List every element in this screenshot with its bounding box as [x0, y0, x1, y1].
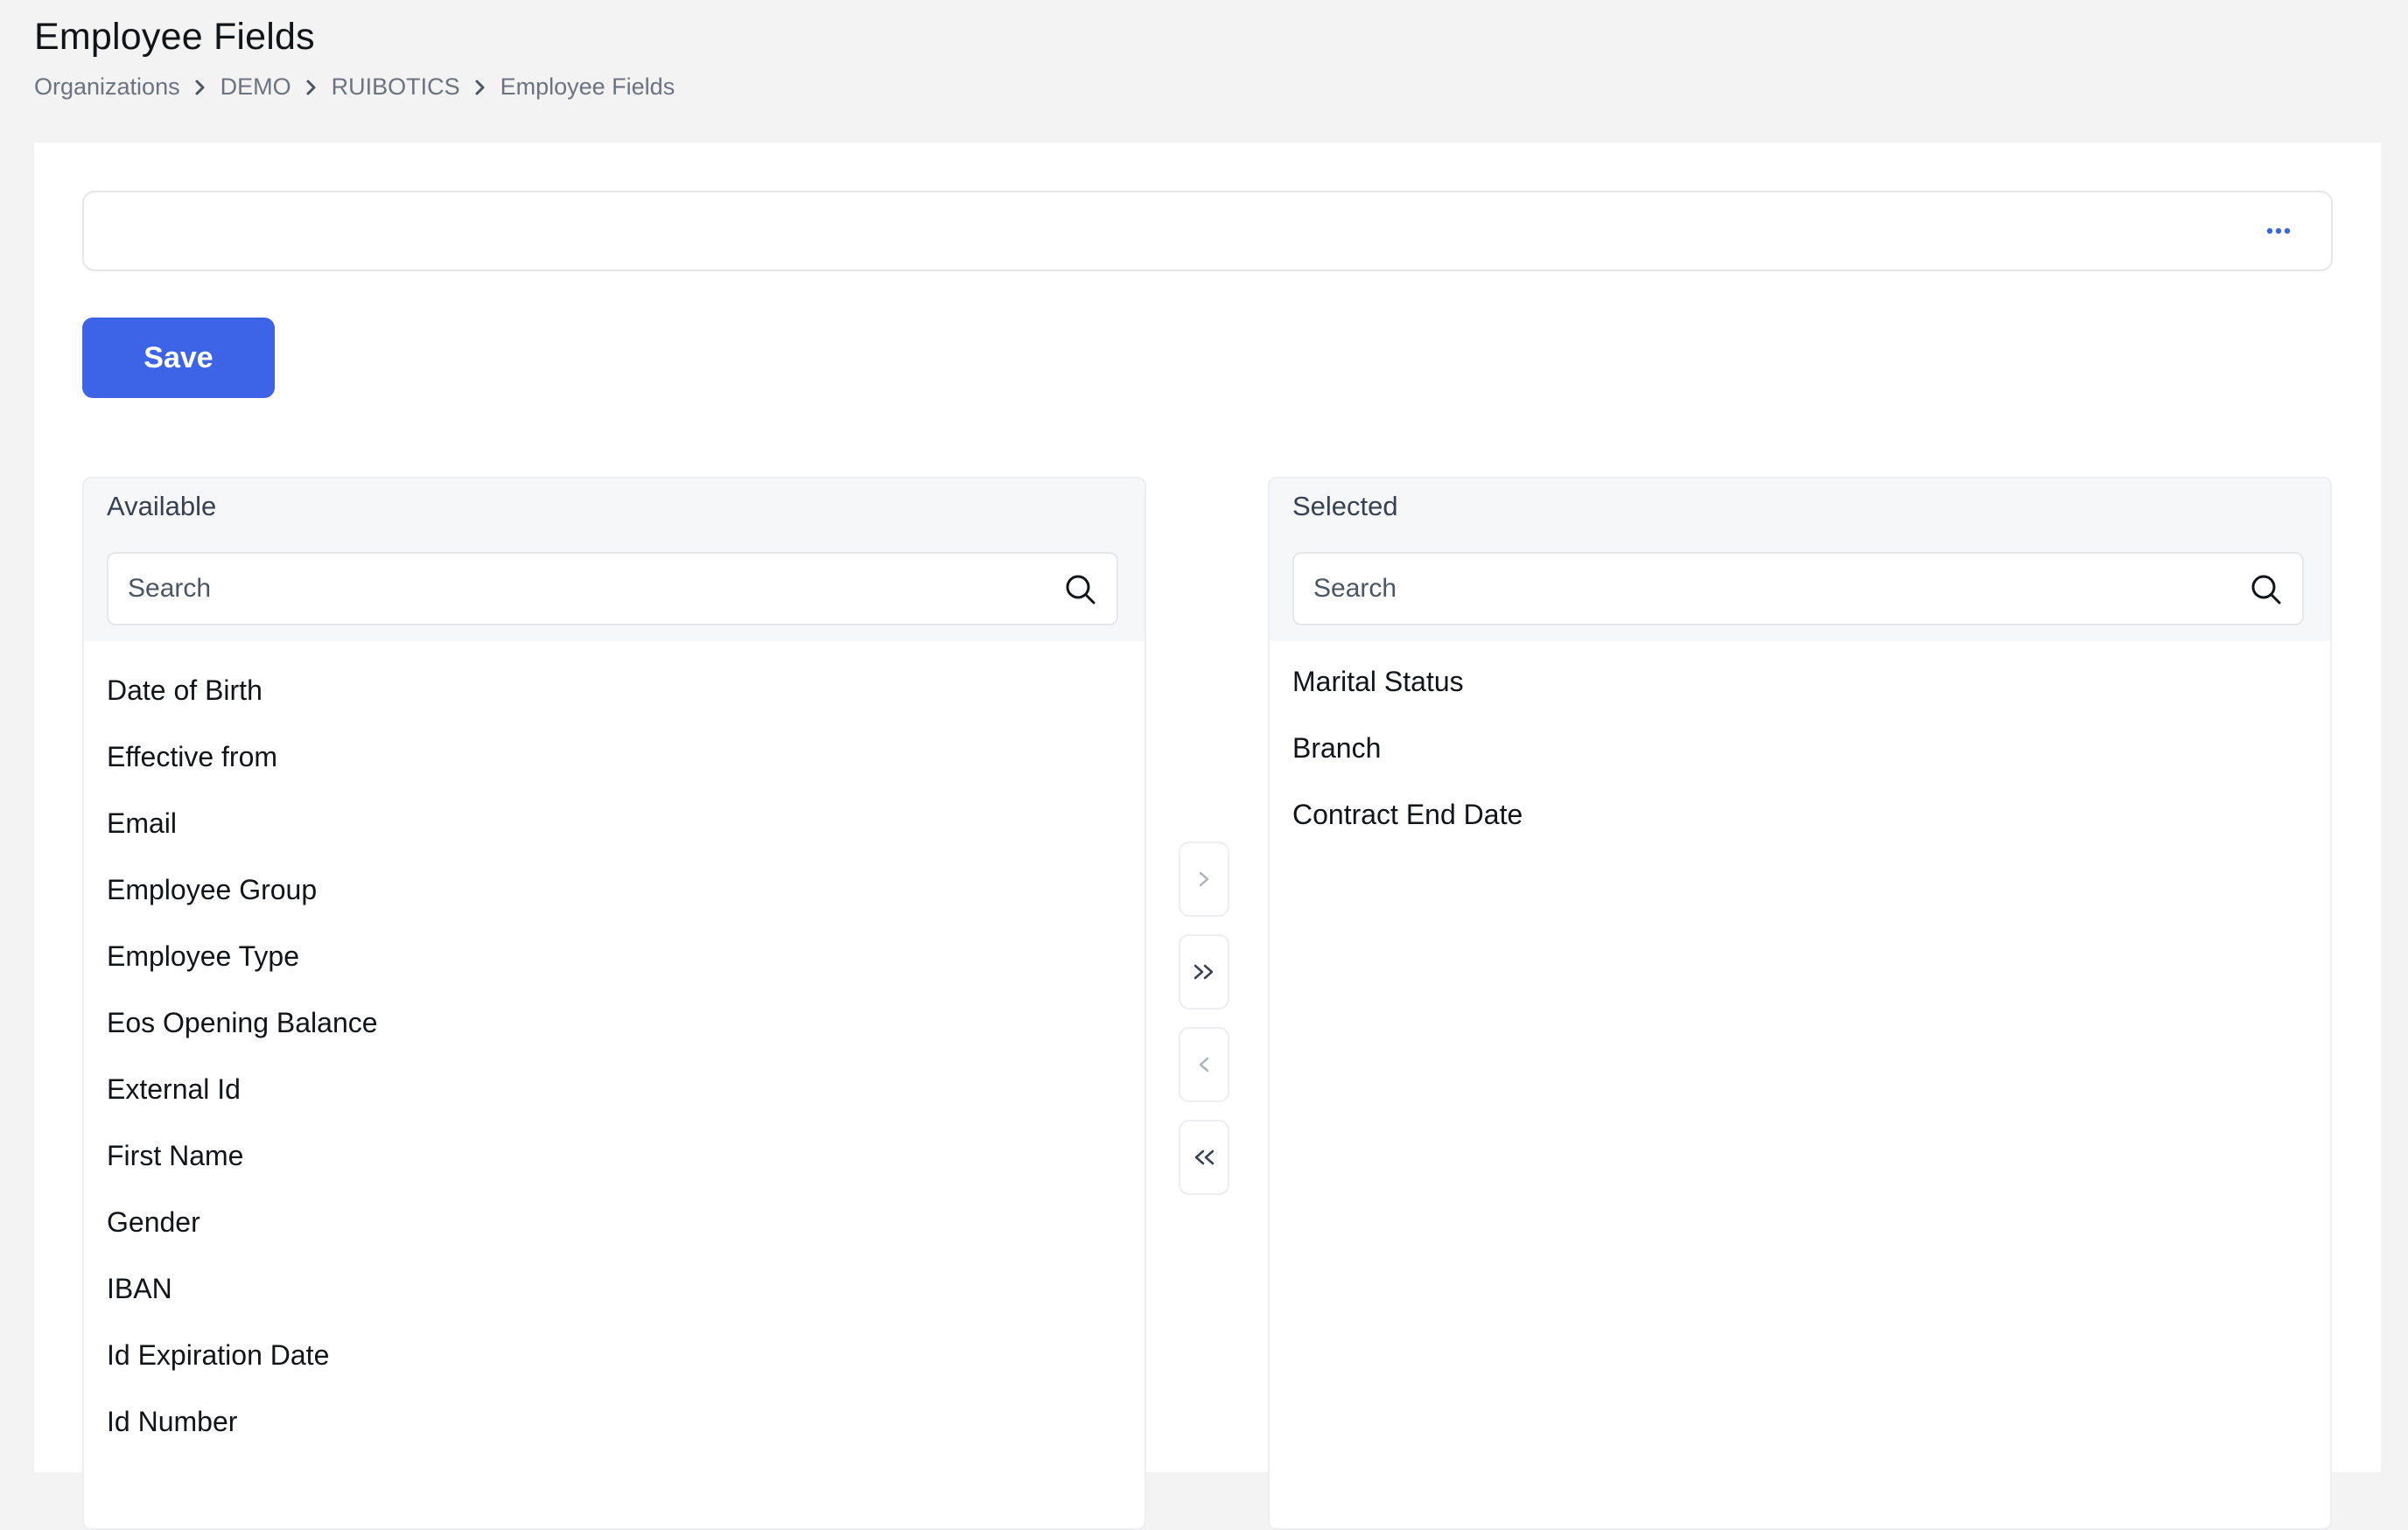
list-item[interactable]: IBAN — [84, 1255, 1144, 1322]
chevron-right-icon — [291, 75, 332, 100]
breadcrumb-demo[interactable]: DEMO — [220, 73, 291, 101]
list-item[interactable]: Id Expiration Date — [84, 1322, 1144, 1388]
breadcrumb-organizations[interactable]: Organizations — [34, 73, 180, 101]
list-item[interactable]: Email — [84, 790, 1144, 856]
chevron-right-icon — [1199, 871, 1209, 887]
list-item[interactable]: Contract End Date — [1270, 781, 2330, 848]
main-card: Save Available Date of Birth Effective f… — [34, 143, 2381, 1530]
page-title: Employee Fields — [34, 16, 315, 58]
chevron-right-icon — [460, 75, 500, 100]
search-icon[interactable] — [2250, 573, 2283, 606]
transfer-controls — [1179, 842, 1233, 1212]
list-item[interactable]: Effective from — [84, 723, 1144, 790]
selected-panel: Selected Marital Status Branch Contract … — [1268, 477, 2332, 1530]
more-options-button[interactable] — [2261, 213, 2296, 248]
breadcrumb: Organizations DEMO RUIBOTICS Employee Fi… — [34, 73, 675, 101]
move-right-button[interactable] — [1179, 842, 1229, 917]
toolbar — [82, 191, 2333, 271]
list-item[interactable]: Date of Birth — [84, 657, 1144, 723]
available-list: Date of Birth Effective from Email Emplo… — [84, 641, 1144, 1455]
list-item[interactable]: Employee Type — [84, 923, 1144, 989]
ellipsis-icon — [2266, 227, 2291, 234]
available-panel-header: Available — [84, 479, 1144, 641]
move-left-button[interactable] — [1179, 1027, 1229, 1102]
list-item[interactable]: External Id — [84, 1056, 1144, 1122]
selected-list: Marital Status Branch Contract End Date — [1270, 641, 2330, 848]
breadcrumb-ruibotics[interactable]: RUIBOTICS — [332, 73, 460, 101]
list-item[interactable]: First Name — [84, 1122, 1144, 1189]
available-panel: Available Date of Birth Effective from E… — [82, 477, 1146, 1530]
list-item[interactable]: Gender — [84, 1189, 1144, 1255]
available-search-box — [107, 552, 1118, 625]
save-button[interactable]: Save — [82, 318, 275, 398]
selected-search-box — [1292, 552, 2304, 625]
available-title: Available — [107, 491, 217, 521]
selected-search-input[interactable] — [1294, 554, 2302, 624]
available-search-input[interactable] — [108, 554, 1116, 624]
chevron-right-icon — [180, 75, 220, 100]
move-all-left-button[interactable] — [1179, 1120, 1229, 1195]
selected-title: Selected — [1292, 491, 1398, 521]
search-icon[interactable] — [1064, 573, 1097, 606]
breadcrumb-employee-fields: Employee Fields — [500, 73, 676, 100]
list-item[interactable]: Eos Opening Balance — [84, 989, 1144, 1056]
selected-panel-header: Selected — [1270, 479, 2330, 641]
double-chevron-right-icon — [1194, 964, 1214, 980]
list-item[interactable]: Id Number — [84, 1388, 1144, 1455]
list-item[interactable]: Branch — [1270, 715, 2330, 781]
double-chevron-left-icon — [1194, 1149, 1214, 1165]
list-item[interactable]: Marital Status — [1270, 648, 2330, 715]
chevron-left-icon — [1199, 1057, 1209, 1072]
list-item[interactable]: Employee Group — [84, 856, 1144, 923]
move-all-right-button[interactable] — [1179, 934, 1229, 1010]
